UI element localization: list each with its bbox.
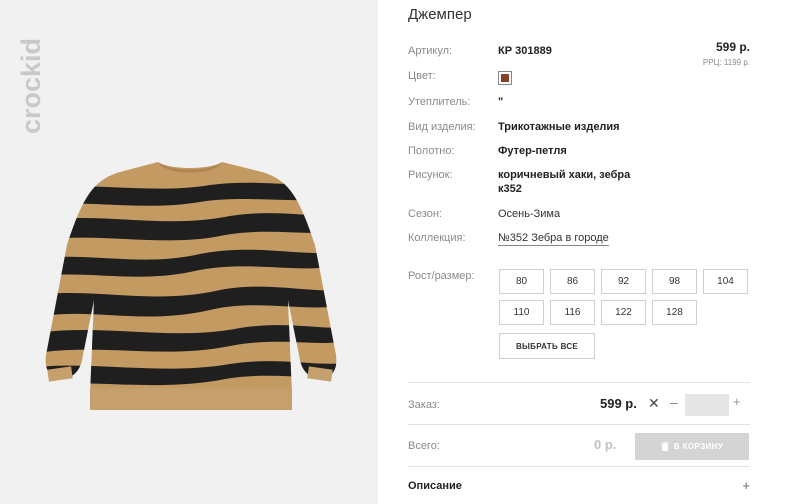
attr-label-article: Артикул: [408, 45, 453, 57]
size-option-98[interactable]: 98 [652, 269, 697, 294]
size-option-128[interactable]: 128 [652, 300, 697, 325]
collection-link-text[interactable]: №352 Зебра в городе [498, 232, 609, 246]
attr-value-pattern: коричневый хаки, зебра к352 [498, 169, 631, 195]
times-icon: ✕ [648, 395, 660, 411]
attr-value-article: КР 301889 [498, 45, 552, 57]
attr-label-collection: Коллекция: [408, 232, 466, 244]
order-label: Заказ: [408, 399, 440, 411]
attr-value-insulation: " [498, 96, 504, 108]
add-to-cart-label: В КОРЗИНУ [673, 442, 724, 451]
sizes-label: Рост/размер: [408, 270, 475, 282]
product-info: Джемпер 599 р. РРЦ: 1199 р. Артикул: КР … [408, 0, 750, 504]
brand-logo: crockid [16, 38, 46, 134]
total-label: Всего: [408, 440, 440, 452]
product-title: Джемпер [408, 6, 472, 23]
product-rrp: РРЦ: 1199 р. [702, 58, 750, 67]
attr-value-season: Осень-Зима [498, 208, 561, 220]
product-image-panel: crockid [0, 0, 378, 504]
order-price: 599 р. [600, 396, 637, 411]
attr-label-insulation: Утеплитель: [408, 96, 471, 108]
size-option-116[interactable]: 116 [550, 300, 595, 325]
size-option-122[interactable]: 122 [601, 300, 646, 325]
attr-label-fabric: Полотно: [408, 145, 455, 157]
size-option-86[interactable]: 86 [550, 269, 595, 294]
attr-label-season: Сезон: [408, 208, 442, 220]
size-option-92[interactable]: 92 [601, 269, 646, 294]
attr-label-pattern: Рисунок: [408, 169, 453, 181]
description-expand-icon[interactable]: + [742, 478, 750, 493]
collection-link[interactable]: №352 Зебра в городе [498, 231, 609, 246]
trash-icon [660, 442, 669, 451]
add-to-cart-button[interactable]: В КОРЗИНУ [635, 433, 749, 460]
attr-value-type: Трикотажные изделия [498, 121, 620, 133]
size-option-110[interactable]: 110 [499, 300, 544, 325]
attr-value-fabric: Футер-петля [498, 145, 567, 157]
product-price: 599 р. [715, 40, 750, 54]
attr-label-color: Цвет: [408, 70, 436, 82]
product-image[interactable] [30, 150, 350, 420]
total-value: 0 р. [594, 437, 617, 452]
quantity-input[interactable] [685, 394, 729, 416]
attr-label-type: Вид изделия: [408, 121, 476, 133]
description-title[interactable]: Описание [408, 480, 462, 492]
quantity-plus-button[interactable]: + [733, 394, 741, 409]
size-option-104[interactable]: 104 [703, 269, 748, 294]
quantity-minus-button[interactable]: – [670, 394, 678, 410]
select-all-sizes-button[interactable]: ВЫБРАТЬ ВСЕ [499, 333, 595, 359]
size-option-80[interactable]: 80 [499, 269, 544, 294]
color-swatch[interactable] [498, 71, 512, 85]
color-swatch-fill [501, 74, 509, 82]
divider [408, 466, 750, 467]
divider [408, 424, 750, 425]
divider [408, 382, 750, 383]
svg-text:crockid: crockid [16, 38, 46, 134]
